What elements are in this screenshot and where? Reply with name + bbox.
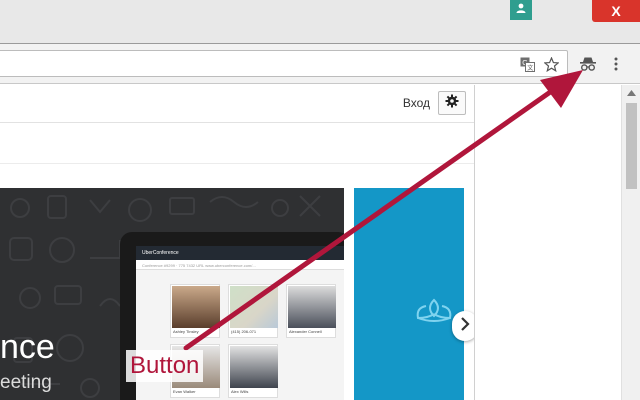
page-subheader bbox=[0, 124, 474, 164]
participant-card: Alexander Connell bbox=[286, 284, 336, 338]
app-subheader: Conference #9299 · 775 7432 URL www.uber… bbox=[136, 260, 344, 270]
profile-button[interactable] bbox=[510, 0, 532, 20]
lotus-icon bbox=[412, 296, 456, 327]
vertical-scrollbar[interactable] bbox=[621, 85, 640, 400]
person-icon bbox=[515, 1, 527, 19]
promo-tile[interactable] bbox=[354, 188, 464, 400]
participant-name: Alex Wills bbox=[231, 389, 249, 394]
window-titlebar: X bbox=[0, 0, 640, 44]
participant-card: Alex Wills bbox=[228, 344, 278, 398]
scroll-thumb[interactable] bbox=[626, 103, 637, 189]
participant-name: Alexander Connell bbox=[289, 329, 322, 334]
hero-subtitle: eeting bbox=[0, 372, 52, 393]
window-close-button[interactable]: X bbox=[592, 0, 640, 22]
more-vert-icon[interactable] bbox=[606, 55, 626, 73]
site-header: Вход bbox=[0, 85, 474, 123]
side-panel bbox=[474, 85, 640, 400]
annotation-label: Button bbox=[126, 350, 204, 382]
address-bar[interactable]: G文 bbox=[0, 50, 568, 77]
participant-name: Ashley Tinsley bbox=[173, 329, 199, 334]
star-icon[interactable] bbox=[543, 56, 559, 72]
incognito-icon[interactable] bbox=[578, 55, 598, 73]
login-link[interactable]: Вход bbox=[403, 96, 430, 110]
settings-button[interactable] bbox=[438, 91, 466, 115]
svg-text:文: 文 bbox=[527, 64, 533, 72]
participant-name: (415) 206-071 bbox=[231, 329, 257, 334]
participant-card: Ashley Tinsley bbox=[170, 284, 220, 338]
web-page: Вход UberConference Conference #9299 · 7… bbox=[0, 85, 478, 400]
browser-toolbar: G文 bbox=[0, 44, 640, 84]
close-label: X bbox=[611, 3, 621, 19]
hero-title: nce bbox=[0, 328, 55, 366]
app-brand: UberConference bbox=[136, 246, 344, 260]
participant-card: (415) 206-071 bbox=[228, 284, 278, 338]
chevron-right-icon bbox=[460, 316, 470, 336]
translate-icon[interactable]: G文 bbox=[519, 56, 535, 72]
gear-icon bbox=[445, 94, 459, 113]
participant-name: Evan Walker bbox=[173, 389, 196, 394]
scroll-up-arrow-icon[interactable] bbox=[622, 85, 640, 101]
